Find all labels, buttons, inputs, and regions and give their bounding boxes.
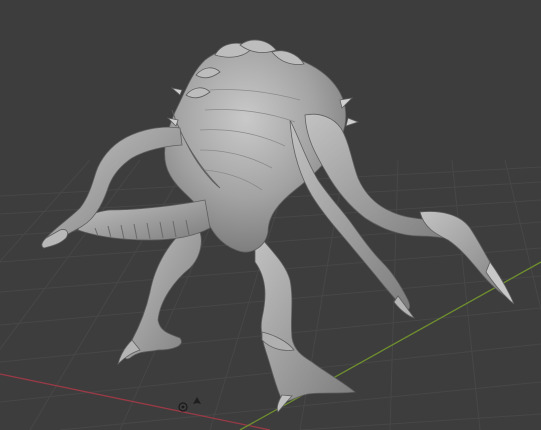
3d-cursor-icon[interactable]: [193, 397, 201, 404]
creature-mesh[interactable]: [41, 39, 515, 413]
back-right-claw: [276, 394, 293, 413]
object-origin-icon[interactable]: [178, 402, 188, 412]
back-right-leg[interactable]: [254, 228, 356, 402]
viewport-canvas[interactable]: [0, 0, 541, 430]
x-axis-line: [0, 373, 271, 430]
3d-viewport[interactable]: [0, 0, 541, 430]
back-left-leg[interactable]: [124, 224, 202, 360]
